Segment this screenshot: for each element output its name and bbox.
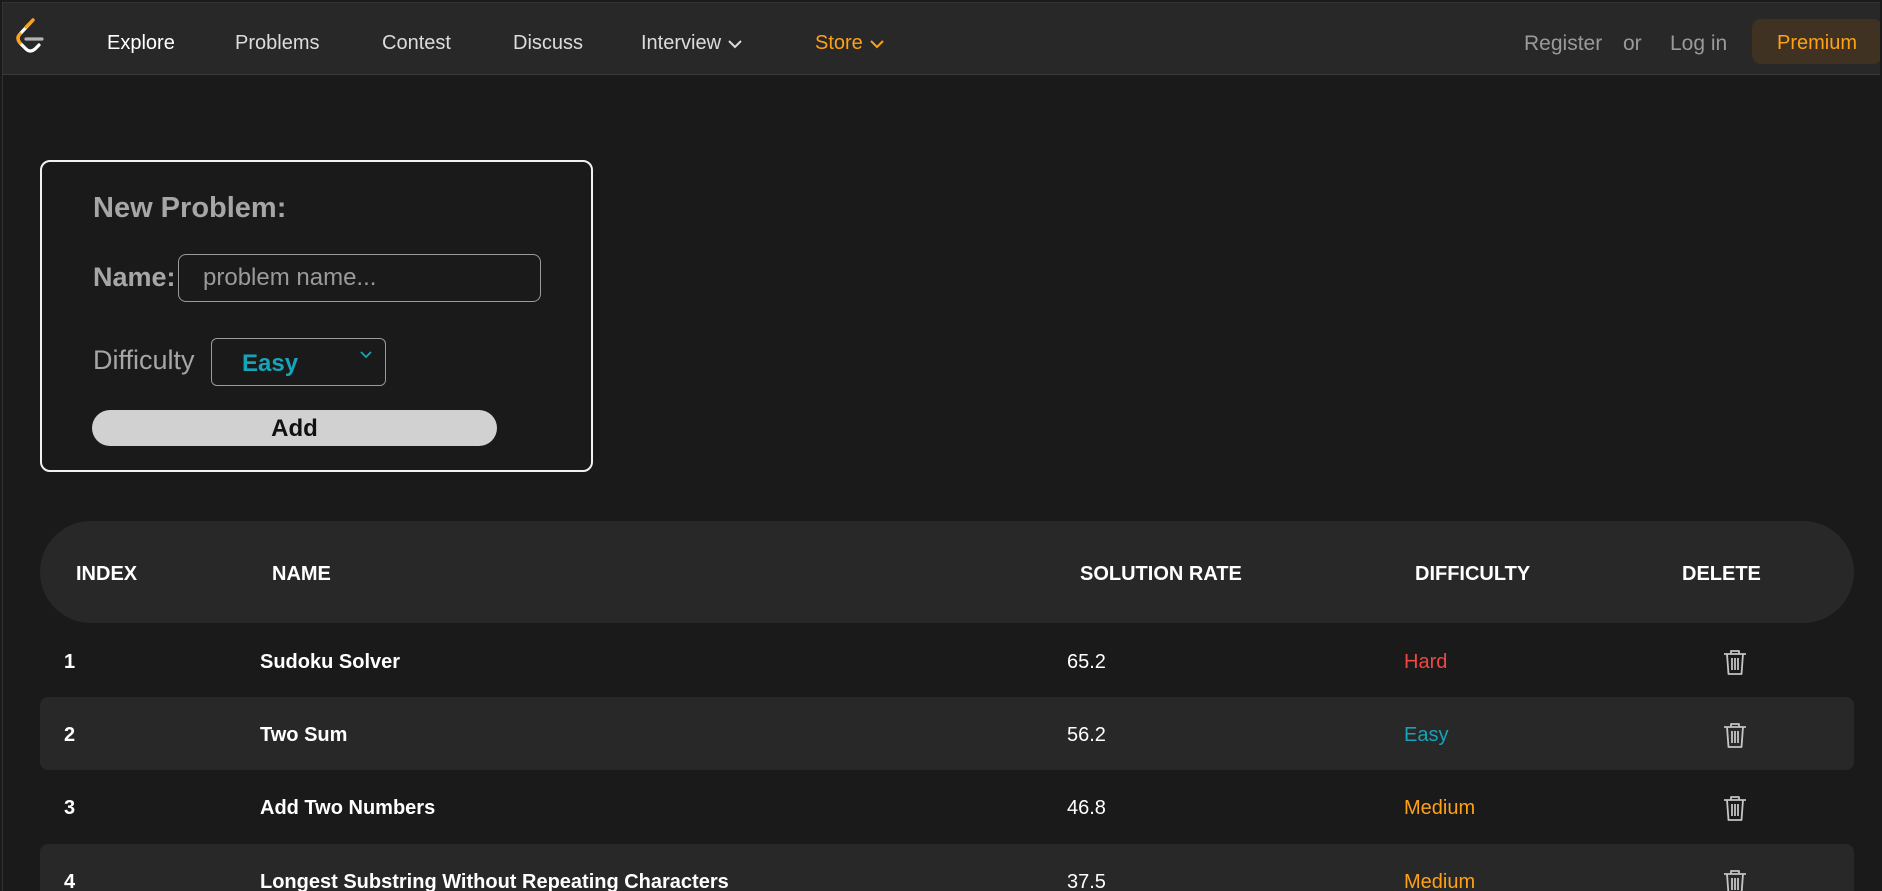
leetcode-logo-icon[interactable] bbox=[13, 17, 47, 57]
trash-icon[interactable] bbox=[1722, 794, 1748, 822]
nav-store[interactable]: Store bbox=[815, 3, 885, 75]
header-delete: DELETE bbox=[1682, 563, 1761, 585]
row-name[interactable]: Sudoku Solver bbox=[260, 624, 400, 697]
difficulty-select[interactable]: Easy bbox=[211, 338, 386, 386]
login-link[interactable]: Log in bbox=[1670, 3, 1727, 75]
chevron-down-icon bbox=[360, 351, 372, 359]
row-name[interactable]: Two Sum bbox=[260, 697, 347, 770]
row-solution-rate: 65.2 bbox=[1067, 651, 1106, 673]
name-label: Name: bbox=[93, 262, 176, 292]
table-row: 4 Longest Substring Without Repeating Ch… bbox=[40, 844, 1854, 891]
trash-icon[interactable] bbox=[1722, 648, 1748, 676]
nav-interview[interactable]: Interview bbox=[641, 3, 743, 75]
add-button[interactable]: Add bbox=[92, 410, 497, 446]
header-difficulty: DIFFICULTY bbox=[1415, 563, 1531, 585]
top-navbar: Explore Problems Contest Discuss Intervi… bbox=[3, 3, 1880, 75]
nav-interview-label: Interview bbox=[641, 32, 722, 54]
difficulty-selected-value: Easy bbox=[242, 350, 299, 377]
table-row: 2 Two Sum 56.2 Easy bbox=[40, 697, 1854, 770]
nav-explore[interactable]: Explore bbox=[107, 3, 175, 75]
header-solution-rate: SOLUTION RATE bbox=[1080, 563, 1242, 585]
row-difficulty: Easy bbox=[1404, 724, 1449, 746]
row-difficulty: Hard bbox=[1404, 651, 1448, 673]
nav-contest[interactable]: Contest bbox=[382, 3, 451, 75]
nav-store-label: Store bbox=[815, 32, 863, 54]
premium-button[interactable]: Premium bbox=[1752, 19, 1880, 64]
form-title: New Problem: bbox=[93, 192, 287, 224]
row-difficulty: Medium bbox=[1404, 871, 1476, 891]
row-name[interactable]: Add Two Numbers bbox=[260, 770, 435, 843]
nav-problems[interactable]: Problems bbox=[235, 3, 319, 75]
row-index: 1 bbox=[64, 651, 76, 673]
nav-discuss[interactable]: Discuss bbox=[513, 3, 583, 75]
row-difficulty: Medium bbox=[1404, 797, 1476, 819]
row-index: 2 bbox=[64, 724, 76, 746]
row-solution-rate: 46.8 bbox=[1067, 797, 1106, 819]
table-row: 1 Sudoku Solver 65.2 Hard bbox=[40, 624, 1854, 697]
app-frame: Explore Problems Contest Discuss Intervi… bbox=[2, 2, 1880, 891]
trash-icon[interactable] bbox=[1722, 868, 1748, 891]
difficulty-label: Difficulty bbox=[93, 345, 195, 375]
table-row: 3 Add Two Numbers 46.8 Medium bbox=[40, 770, 1854, 843]
row-solution-rate: 56.2 bbox=[1067, 724, 1106, 746]
chevron-down-icon bbox=[870, 40, 884, 49]
register-link[interactable]: Register bbox=[1524, 3, 1602, 75]
or-text: or bbox=[1623, 32, 1642, 55]
header-index: INDEX bbox=[76, 563, 138, 585]
new-problem-form: New Problem: Name: Difficulty Easy Add bbox=[40, 160, 593, 472]
row-index: 3 bbox=[64, 797, 76, 819]
row-solution-rate: 37.5 bbox=[1067, 871, 1106, 891]
trash-icon[interactable] bbox=[1722, 721, 1748, 749]
table-header: INDEX NAME SOLUTION RATE DIFFICULTY DELE… bbox=[40, 521, 1854, 623]
row-name[interactable]: Longest Substring Without Repeating Char… bbox=[260, 844, 729, 891]
header-name: NAME bbox=[272, 563, 331, 585]
chevron-down-icon bbox=[728, 40, 742, 49]
row-index: 4 bbox=[64, 871, 76, 891]
problem-name-input[interactable] bbox=[178, 254, 541, 302]
